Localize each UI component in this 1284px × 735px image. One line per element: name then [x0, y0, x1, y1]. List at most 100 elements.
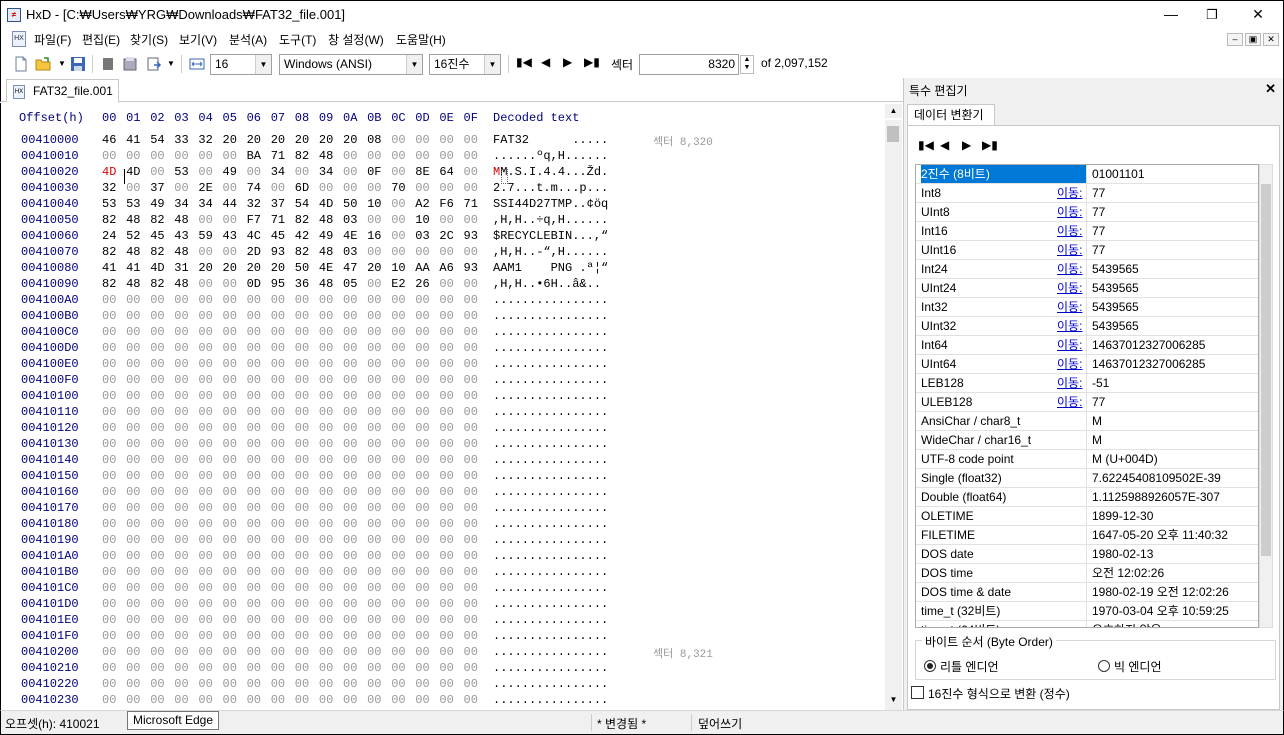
hex-byte[interactable]: 00: [271, 453, 293, 467]
hex-byte[interactable]: 00: [415, 485, 437, 499]
inspector-row[interactable]: ULEB128 이동: 77: [916, 393, 1258, 412]
hex-byte[interactable]: 00: [271, 613, 293, 627]
hex-byte[interactable]: 00: [271, 661, 293, 675]
hex-byte[interactable]: 00: [271, 565, 293, 579]
hex-byte[interactable]: 00: [464, 181, 486, 195]
hex-byte[interactable]: 00: [223, 693, 245, 707]
hex-byte[interactable]: 71: [271, 213, 293, 227]
hex-byte[interactable]: 00: [391, 197, 413, 211]
hex-byte[interactable]: 34: [174, 197, 196, 211]
hex-byte[interactable]: 00: [391, 357, 413, 371]
hex-byte[interactable]: 00: [367, 581, 389, 595]
hex-byte[interactable]: 00: [271, 469, 293, 483]
previous-icon[interactable]: ◀: [940, 138, 949, 152]
hex-byte[interactable]: 00: [464, 485, 486, 499]
hex-byte[interactable]: 00: [247, 581, 269, 595]
hex-byte[interactable]: 00: [126, 549, 148, 563]
inspector-row[interactable]: WideChar / char16_t M: [916, 431, 1258, 450]
hex-byte[interactable]: 00: [295, 485, 317, 499]
hex-byte[interactable]: 26: [415, 277, 437, 291]
hex-byte[interactable]: 00: [150, 357, 172, 371]
hex-byte[interactable]: 00: [415, 421, 437, 435]
inspector-value[interactable]: 77: [1092, 222, 1105, 240]
hex-byte[interactable]: 00: [150, 677, 172, 691]
hex-byte[interactable]: E2: [391, 277, 413, 291]
hex-byte[interactable]: 00: [150, 661, 172, 675]
hex-byte[interactable]: 00: [391, 501, 413, 515]
hex-byte[interactable]: 24: [102, 229, 124, 243]
hex-byte[interactable]: 00: [319, 485, 341, 499]
hex-byte[interactable]: 00: [464, 501, 486, 515]
panel-close-icon[interactable]: ✕: [1265, 81, 1276, 97]
inspector-row[interactable]: DOS date 1980-02-13: [916, 545, 1258, 564]
hex-byte[interactable]: 00: [439, 293, 461, 307]
hex-byte[interactable]: 00: [439, 661, 461, 675]
hex-byte[interactable]: 00: [319, 597, 341, 611]
menu-view[interactable]: 보기(V): [179, 31, 217, 48]
hex-byte[interactable]: 00: [198, 437, 220, 451]
hex-byte[interactable]: 00: [198, 677, 220, 691]
hex-byte[interactable]: 00: [439, 549, 461, 563]
hex-byte[interactable]: 00: [295, 389, 317, 403]
hex-byte[interactable]: 2E: [198, 181, 220, 195]
hex-byte[interactable]: 00: [391, 485, 413, 499]
hex-byte[interactable]: 00: [102, 357, 124, 371]
hex-byte[interactable]: 00: [126, 373, 148, 387]
hex-byte[interactable]: 00: [150, 533, 172, 547]
hex-byte[interactable]: 00: [295, 469, 317, 483]
hex-byte[interactable]: 00: [391, 517, 413, 531]
hex-byte[interactable]: 00: [102, 549, 124, 563]
hex-byte[interactable]: 00: [415, 501, 437, 515]
hex-byte[interactable]: 00: [174, 421, 196, 435]
restore-button[interactable]: ❐: [1189, 1, 1235, 29]
hex-byte[interactable]: 00: [126, 309, 148, 323]
hex-byte[interactable]: 47: [343, 261, 365, 275]
hex-byte[interactable]: 00: [295, 293, 317, 307]
hex-byte[interactable]: 00: [102, 693, 124, 707]
inspector-row[interactable]: DOS time 오전 12:02:26: [916, 564, 1258, 583]
inspector-row[interactable]: UInt8 이동: 77: [916, 203, 1258, 222]
hex-byte[interactable]: 00: [150, 165, 172, 179]
hex-byte[interactable]: 00: [367, 213, 389, 227]
hex-byte[interactable]: 00: [247, 165, 269, 179]
decoded-text[interactable]: ................: [493, 693, 608, 707]
hex-byte[interactable]: 00: [319, 549, 341, 563]
hex-byte[interactable]: 00: [102, 533, 124, 547]
hex-row[interactable]: 00410130 00 00 00 00 00 00 00 00 00 00 00 00 00 00 00 00…: [1, 437, 885, 453]
decoded-text[interactable]: ................: [493, 517, 608, 531]
hex-byte[interactable]: 00: [343, 357, 365, 371]
hex-byte[interactable]: 00: [295, 549, 317, 563]
goto-link[interactable]: 이동:: [1057, 355, 1082, 373]
hex-byte[interactable]: 00: [367, 437, 389, 451]
next-icon[interactable]: ▶: [962, 138, 971, 152]
hex-byte[interactable]: 00: [223, 421, 245, 435]
hex-byte[interactable]: 00: [343, 389, 365, 403]
hex-byte[interactable]: 00: [439, 277, 461, 291]
hex-byte[interactable]: 00: [126, 629, 148, 643]
hex-byte[interactable]: 00: [198, 357, 220, 371]
hex-byte[interactable]: 4D: [126, 165, 148, 179]
inspector-value[interactable]: 14637012327006285: [1092, 336, 1205, 354]
hex-byte[interactable]: 4D: [102, 165, 124, 179]
hex-byte[interactable]: 00: [367, 693, 389, 707]
hex-byte[interactable]: 00: [464, 693, 486, 707]
hex-byte[interactable]: 00: [415, 309, 437, 323]
hex-byte[interactable]: 00: [198, 501, 220, 515]
hex-byte[interactable]: 00: [343, 469, 365, 483]
hex-byte[interactable]: 00: [150, 373, 172, 387]
hex-byte[interactable]: 64: [439, 165, 461, 179]
hex-byte[interactable]: 00: [247, 533, 269, 547]
hex-row[interactable]: 00410000 46 41 54 33 32 20 20 20 20 20 20 08 00 00 00 00…: [1, 133, 885, 149]
hex-byte[interactable]: 00: [126, 677, 148, 691]
hex-byte[interactable]: 00: [295, 373, 317, 387]
hex-byte[interactable]: 00: [415, 597, 437, 611]
hex-byte[interactable]: 82: [295, 149, 317, 163]
hex-row[interactable]: 00410120 00 00 00 00 00 00 00 00 00 00 00 00 00 00 00 00…: [1, 421, 885, 437]
inspector-row[interactable]: Double (float64) 1.1125988926057E-307: [916, 488, 1258, 507]
hex-byte[interactable]: 00: [223, 245, 245, 259]
hex-byte[interactable]: 00: [367, 597, 389, 611]
hex-byte[interactable]: 00: [439, 181, 461, 195]
hex-byte[interactable]: 00: [198, 645, 220, 659]
hex-byte[interactable]: 00: [102, 485, 124, 499]
hex-byte[interactable]: 00: [271, 677, 293, 691]
